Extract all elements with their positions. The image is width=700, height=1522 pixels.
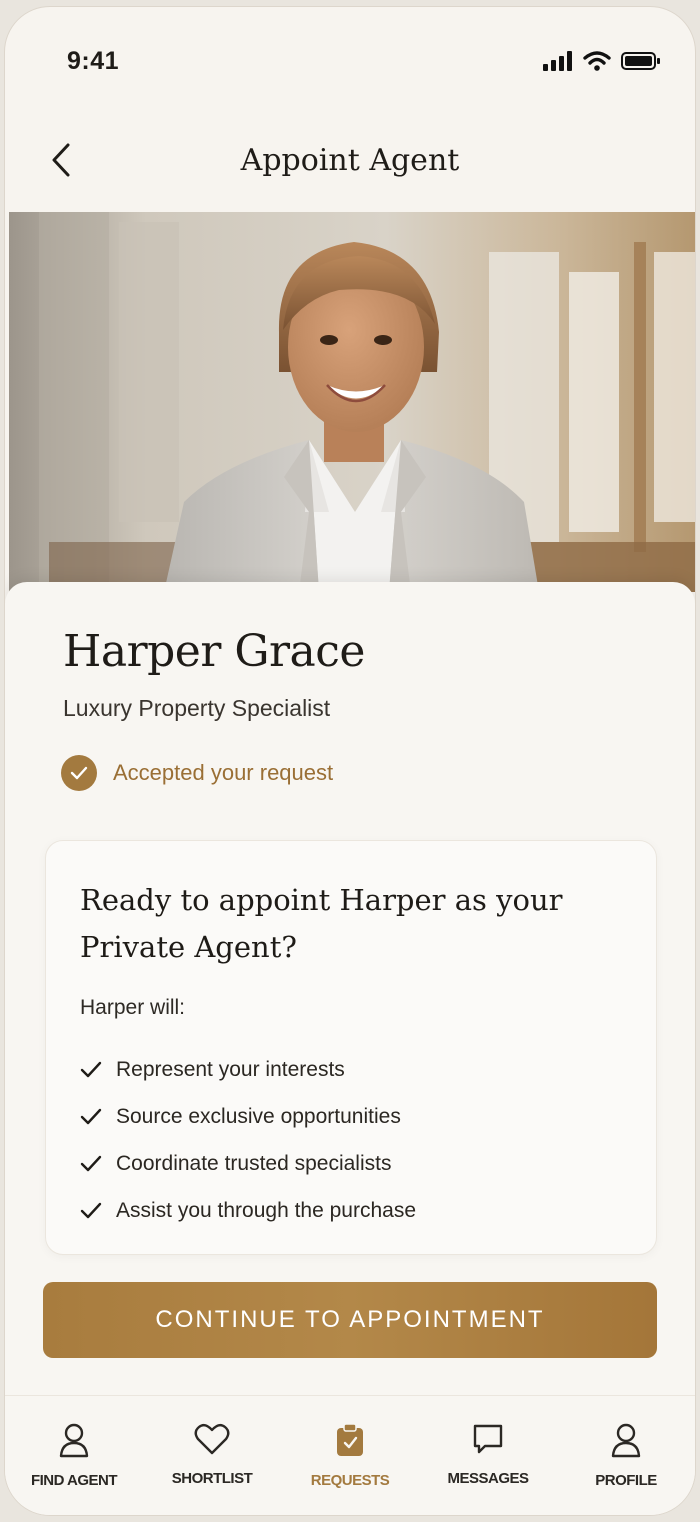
benefit-text: Source exclusive opportunities xyxy=(116,1104,401,1128)
nav-item-shortlist[interactable]: SHORTLIST xyxy=(147,1422,277,1487)
nav-label: SHORTLIST xyxy=(171,1470,253,1487)
list-item: Represent your interests xyxy=(80,1046,416,1093)
battery-icon xyxy=(621,52,660,70)
list-item: Source exclusive opportunities xyxy=(80,1093,416,1140)
nav-label: FIND AGENT xyxy=(30,1472,118,1489)
agent-details-card: Harper Grace Luxury Property Specialist … xyxy=(5,582,695,1417)
status-bar: 9:41 xyxy=(5,7,695,117)
appointment-question: Ready to appoint Harper as your Private … xyxy=(80,883,563,964)
status-time: 9:41 xyxy=(67,47,120,75)
nav-item-find-agent[interactable]: FIND AGENT xyxy=(9,1422,139,1489)
nav-item-requests[interactable]: REQUESTS xyxy=(285,1422,415,1489)
chat-bubble-icon xyxy=(473,1424,503,1454)
page-title: Appoint Agent xyxy=(240,143,460,178)
list-item: Coordinate trusted specialists xyxy=(80,1140,416,1187)
check-circle-icon xyxy=(61,755,97,791)
phone-screen: 9:41 Appoint Agent Harper Grace Luxury P… xyxy=(4,6,696,1516)
nav-label: MESSAGES xyxy=(447,1470,529,1487)
status-text: Accepted your request xyxy=(113,760,334,785)
benefit-text: Represent your interests xyxy=(116,1057,345,1081)
agent-photo xyxy=(9,212,695,592)
benefits-intro: Harper will: xyxy=(80,996,186,1019)
header: Appoint Agent xyxy=(5,117,695,212)
checkmark-icon xyxy=(80,1061,102,1077)
list-item: Assist you through the purchase xyxy=(80,1187,416,1234)
checkmark-icon xyxy=(80,1202,102,1218)
person-icon xyxy=(59,1423,89,1458)
benefit-text: Assist you through the purchase xyxy=(116,1198,417,1222)
cellular-signal-icon xyxy=(543,51,572,71)
benefit-text: Coordinate trusted specialists xyxy=(116,1151,392,1175)
cta-label: CONTINUE TO APPOINTMENT xyxy=(155,1306,545,1333)
bottom-navigation: FIND AGENT SHORTLIST REQUESTS MESSAGES P… xyxy=(5,1395,695,1515)
nav-label: PROFILE xyxy=(595,1472,657,1489)
nav-label: REQUESTS xyxy=(310,1472,390,1489)
checkmark-icon xyxy=(80,1108,102,1124)
agent-role: Luxury Property Specialist xyxy=(63,695,331,721)
clipboard-icon xyxy=(337,1423,363,1456)
wifi-icon xyxy=(583,51,611,71)
appointment-summary-box: Ready to appoint Harper as your Private … xyxy=(45,840,657,1255)
continue-to-appointment-button[interactable]: CONTINUE TO APPOINTMENT xyxy=(43,1282,657,1358)
benefits-list: Represent your interests Source exclusiv… xyxy=(80,1046,416,1234)
request-status: Accepted your request xyxy=(61,755,333,791)
heart-icon xyxy=(194,1423,230,1455)
agent-name: Harper Grace xyxy=(63,626,365,677)
profile-icon xyxy=(611,1423,641,1458)
status-icons xyxy=(543,51,661,71)
nav-item-profile[interactable]: PROFILE xyxy=(561,1422,691,1489)
nav-item-messages[interactable]: MESSAGES xyxy=(423,1422,553,1487)
checkmark-icon xyxy=(80,1155,102,1171)
